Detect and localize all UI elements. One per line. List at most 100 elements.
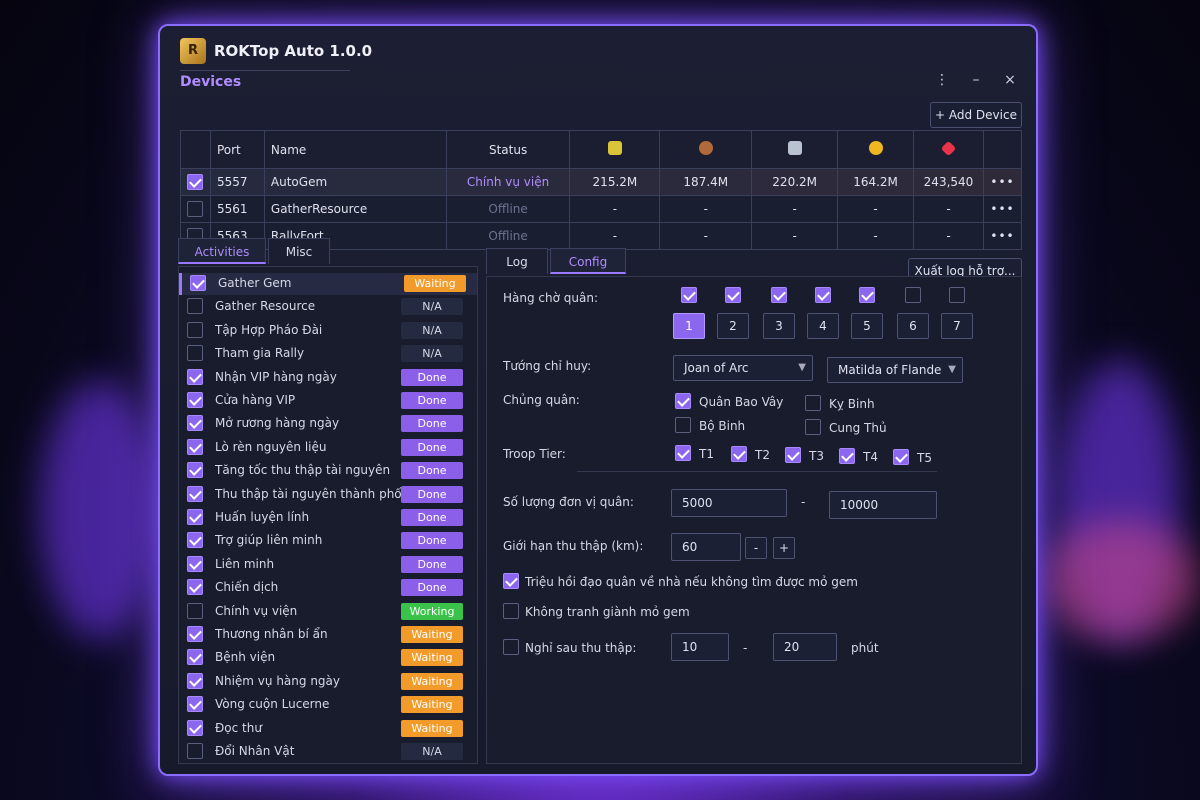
device-row[interactable]: 5561 GatherResource Offline - - - - - ••… [180,195,1023,223]
activity-checkbox[interactable] [187,462,203,479]
activity-checkbox[interactable] [187,579,203,596]
device-checkbox-cell[interactable] [180,195,211,223]
activity-item[interactable]: Tăng tốc thu thập tài nguyên Done [179,460,477,482]
activity-item[interactable]: Cửa hàng VIP Done [179,390,477,412]
activity-item[interactable]: Nhận VIP hàng ngày Done [179,367,477,389]
gather-limit-input[interactable]: 60 [671,533,741,561]
device-checkbox-cell[interactable] [180,168,211,196]
activity-checkbox[interactable] [187,532,203,549]
activity-item[interactable]: Nhiệm vụ hàng ngày Waiting [179,671,477,693]
activity-item[interactable]: Tập Hợp Pháo Đài N/A [179,320,477,342]
device-row[interactable]: 5557 AutoGem Chính vụ viện 215.2M 187.4M… [180,168,1023,196]
queue-number-button[interactable]: 4 [807,313,839,339]
device-checkbox[interactable] [187,174,204,190]
device-more-button[interactable]: ••• [982,222,1023,250]
tier-checkbox[interactable] [785,447,801,463]
device-more-button[interactable]: ••• [982,168,1023,196]
title-divider [180,70,350,71]
tab-log[interactable]: Log [486,248,548,274]
rest-max-input[interactable]: 20 [773,633,837,661]
activity-checkbox[interactable] [187,321,203,338]
activity-checkbox[interactable] [187,649,203,666]
rest-label: Nghỉ sau thu thập: [525,641,637,655]
activity-checkbox[interactable] [187,719,203,736]
activity-item[interactable]: Huấn luyện lính Done [179,507,477,529]
activity-checkbox[interactable] [187,672,203,689]
troop-type-checkbox[interactable] [805,395,821,411]
queue-checkbox[interactable] [949,287,965,303]
device-checkbox[interactable] [187,201,204,217]
minimize-button[interactable]: – [966,72,986,88]
activity-checkbox[interactable] [187,509,203,525]
activity-checkbox[interactable] [187,438,203,455]
activity-checkbox[interactable] [187,696,203,713]
unit-min-input[interactable]: 5000 [671,489,787,517]
rest-checkbox[interactable] [503,639,519,655]
activity-checkbox[interactable] [187,368,203,385]
tab-misc[interactable]: Misc [268,238,330,264]
activity-item[interactable]: Tham gia Rally N/A [179,343,477,365]
device-more-button[interactable]: ••• [982,195,1023,223]
tab-config[interactable]: Config [550,248,626,274]
tier-checkbox[interactable] [675,445,691,461]
queue-number-button[interactable]: 5 [851,313,883,339]
activity-item[interactable]: Bệnh viện Waiting [179,647,477,669]
activity-item[interactable]: Chính vụ viện Working [179,601,477,623]
tab-activities[interactable]: Activities [178,238,266,264]
activity-item[interactable]: Đổi Nhân Vật N/A [179,741,477,763]
activity-item[interactable]: Liên minh Done [179,554,477,576]
activity-item[interactable]: Thu thập tài nguyên thành phố Done [179,484,477,506]
troop-type-checkbox[interactable] [805,419,821,435]
activity-item[interactable]: Lò rèn nguyên liệu Done [179,437,477,459]
device-stone: - [751,195,839,223]
activity-checkbox[interactable] [190,275,206,291]
troop-type-checkbox[interactable] [675,417,691,433]
tier-checkbox[interactable] [731,446,747,462]
activity-checkbox[interactable] [187,555,203,572]
decrease-button[interactable]: - [745,537,767,559]
menu-icon[interactable]: ⋮ [932,72,952,88]
device-status: Offline [445,195,571,223]
commander-secondary-select[interactable]: Matilda of Flande ▼ [827,357,963,383]
troop-type-checkbox[interactable] [675,393,691,409]
increase-button[interactable]: + [773,537,795,559]
activity-checkbox[interactable] [187,298,203,315]
activity-item[interactable]: Vòng cuộn Lucerne Waiting [179,694,477,716]
activity-item[interactable]: Chiến dịch Done [179,577,477,599]
commander-primary-select[interactable]: Joan of Arc ▼ [673,355,813,381]
queue-number-button[interactable]: 7 [941,313,973,339]
activity-item[interactable]: Thương nhân bí ẩn Waiting [179,624,477,646]
activity-label: Tham gia Rally [215,346,305,361]
activity-checkbox[interactable] [187,345,203,362]
queue-checkbox[interactable] [905,287,921,303]
queue-checkbox[interactable] [771,287,787,303]
queue-number-button[interactable]: 2 [717,313,749,339]
queue-checkbox[interactable] [725,287,741,303]
queue-checkbox[interactable] [815,287,831,303]
queue-number-button[interactable]: 6 [897,313,929,339]
recall-checkbox[interactable] [503,573,519,589]
activity-checkbox[interactable] [187,485,203,502]
activity-checkbox[interactable] [187,602,203,619]
rest-min-input[interactable]: 10 [671,633,729,661]
close-button[interactable]: × [1000,72,1020,88]
activity-item[interactable]: Gather Gem Waiting [179,273,477,295]
activity-item[interactable]: Trợ giúp liên minh Done [179,530,477,552]
queue-checkbox[interactable] [859,287,875,303]
queue-checkbox[interactable] [681,287,697,303]
activities-panel: Gather Gem Waiting Gather Resource N/A Tập H… [178,266,478,764]
activity-checkbox[interactable] [187,392,203,408]
queue-number-button[interactable]: 1 [673,313,705,339]
queue-number-button[interactable]: 3 [763,313,795,339]
activity-item[interactable]: Đọc thư Waiting [179,718,477,740]
tier-checkbox[interactable] [893,449,909,465]
activity-item[interactable]: Mở rương hàng ngày Done [179,413,477,435]
tier-checkbox[interactable] [839,448,855,464]
add-device-button[interactable]: + Add Device [930,102,1022,128]
no-compete-checkbox[interactable] [503,603,519,619]
activity-checkbox[interactable] [187,415,203,432]
activity-checkbox[interactable] [187,743,203,759]
unit-max-input[interactable]: 10000 [829,491,937,519]
activity-checkbox[interactable] [187,626,203,642]
activity-item[interactable]: Gather Resource N/A [179,296,477,318]
